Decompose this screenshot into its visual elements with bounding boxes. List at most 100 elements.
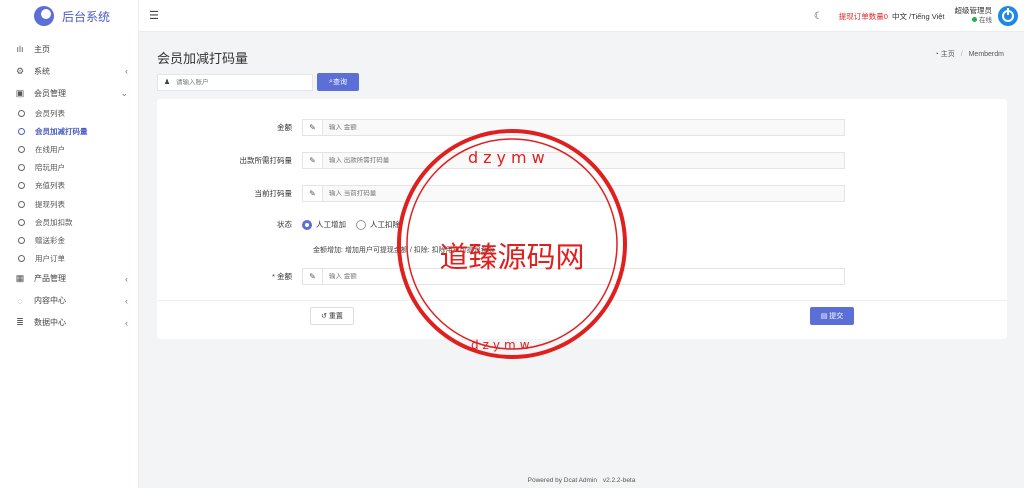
undo-icon: ↺: [321, 313, 327, 320]
sidebar-subitem-member-list[interactable]: 会员列表: [0, 104, 138, 122]
search-row: ♟ ⌕查询: [157, 73, 359, 91]
search-button-label: 查询: [332, 79, 347, 86]
breadcrumb-current: Memberdm: [968, 51, 1004, 58]
radio-checked-icon: [302, 219, 312, 230]
current-betting-input[interactable]: [323, 190, 844, 197]
pencil-icon: ✎: [303, 120, 323, 135]
amount-label: 金额: [277, 123, 292, 132]
sidebar-item-label: 内容中心: [34, 296, 66, 306]
footer-powered[interactable]: Powered by Dcat Admin: [528, 477, 597, 484]
circle-icon: [18, 127, 25, 135]
sidebar-item-products[interactable]: ▦ 产品管理 ‹: [0, 268, 138, 290]
current-betting-row: 当前打码量 ✎: [157, 185, 845, 202]
sidebar-item-data[interactable]: ≣ 数据中心 ‹: [0, 312, 138, 334]
database-icon: ≣: [16, 317, 24, 328]
amount-input[interactable]: [323, 124, 844, 131]
amount-row: 金额 ✎: [157, 119, 845, 136]
user-status: 在线: [955, 16, 992, 26]
breadcrumb-home[interactable]: 主页: [941, 51, 955, 58]
sidebar-item-label: 主页: [34, 44, 50, 54]
sidebar-subitem-member-betting[interactable]: 会员加减打码量: [0, 122, 138, 140]
chevron-left-icon: ‹: [125, 66, 128, 76]
sidebar-subitem-label: 充值列表: [35, 181, 65, 191]
brand[interactable]: 后台系统: [0, 0, 138, 32]
sidebar-item-label: 数据中心: [34, 318, 66, 328]
withdraw-betting-row: 出款所需打码量 ✎: [157, 152, 845, 169]
chat-icon: ◌: [17, 295, 23, 306]
sidebar-item-label: 产品管理: [34, 274, 66, 284]
sidebar-subitem-recharge-list[interactable]: 充值列表: [0, 177, 138, 195]
required-amount-input[interactable]: [323, 273, 844, 280]
app-logo-icon: [34, 6, 54, 26]
reset-button[interactable]: ↺ 重置: [310, 307, 354, 325]
breadcrumb-separator: /: [960, 51, 963, 58]
avatar[interactable]: [998, 6, 1018, 26]
withdraw-orders-count[interactable]: 提现订单数量0: [839, 11, 888, 22]
search-button[interactable]: ⌕ 查询: [317, 73, 359, 91]
required-amount-row: * 金额 ✎: [157, 268, 845, 285]
search-box: ♟: [157, 73, 313, 91]
current-betting-label: 当前打码量: [254, 189, 293, 198]
sidebar-subitem-label: 会员列表: [35, 108, 65, 118]
sidebar-item-member-management[interactable]: ▣ 会员管理 ⌄: [0, 82, 138, 104]
chevron-down-icon: ⌄: [120, 87, 128, 98]
user-status-label: 在线: [979, 17, 992, 24]
user-info[interactable]: 超级管理员 在线: [955, 6, 993, 26]
sidebar-item-content[interactable]: ◌ 内容中心 ‹: [0, 290, 138, 312]
language-switch[interactable]: 中文 /Tiếng Việt: [892, 11, 945, 22]
account-search-input[interactable]: [176, 78, 312, 86]
sidebar-item-system[interactable]: ⚙ 系统 ‹: [0, 60, 138, 82]
breadcrumb: ◔ 主页 / Memberdm: [935, 49, 1004, 59]
stamp-ring-bottom: dzymw: [471, 338, 534, 352]
current-betting-group: ✎: [302, 185, 845, 202]
online-dot-icon: [972, 17, 977, 22]
reset-button-label: 重置: [328, 313, 343, 320]
circle-icon: [18, 145, 25, 153]
footer: Powered by Dcat Admin v2.2.2-beta: [139, 477, 1024, 484]
amount-group: ✎: [302, 119, 845, 136]
circle-icon: [18, 109, 25, 117]
sidebar-subitem-label: 提现列表: [35, 199, 65, 209]
radio-label: 人工扣除: [370, 220, 400, 229]
sidebar-item-home[interactable]: ılı 主页: [0, 38, 138, 60]
footer-version: v2.2.2-beta: [602, 477, 636, 484]
circle-icon: [18, 236, 25, 244]
withdraw-betting-label: 出款所需打码量: [239, 156, 293, 165]
sidebar-subitem-label: 赠送彩金: [35, 235, 65, 245]
status-label: 状态: [277, 220, 292, 229]
radio-manual-deduct[interactable]: 人工扣除: [356, 219, 400, 230]
pencil-icon: ✎: [303, 153, 323, 168]
sidebar-subitem-online-users[interactable]: 在线用户: [0, 140, 138, 158]
help-text: 金额增加: 增加用户可提现金额 / 扣除: 扣除用户可提现金额: [313, 247, 495, 254]
page-title: 会员加减打码量: [157, 51, 249, 66]
sidebar-subitem-label: 陪玩用户: [35, 163, 65, 173]
save-icon: ▤: [820, 313, 828, 320]
sidebar-subitem-bonus[interactable]: 赠送彩金: [0, 231, 138, 249]
sidebar-nav: ılı 主页 ⚙ 系统 ‹ ▣ 会员管理 ⌄ 会员列表 会员加减打码量 在线用户…: [0, 38, 138, 334]
chevron-left-icon: ‹: [125, 273, 128, 284]
user-name: 超级管理员: [954, 6, 993, 15]
form-divider: [157, 300, 1007, 301]
sidebar-subitem-label: 会员加减打码量: [35, 126, 88, 136]
sidebar-subitem-user-orders[interactable]: 用户订单: [0, 250, 138, 268]
circle-icon: [18, 218, 25, 226]
dark-mode-icon[interactable]: ☾: [814, 11, 823, 22]
radio-unchecked-icon: [356, 219, 366, 230]
sidebar-subitem-companion-users[interactable]: 陪玩用户: [0, 159, 138, 177]
topbar-right: ☾ 提现订单数量0 中文 /Tiếng Việt 超级管理员 在线: [814, 0, 1018, 32]
chevron-left-icon: ‹: [125, 317, 128, 328]
app-title: 后台系统: [62, 9, 111, 24]
menu-toggle-icon[interactable]: ☰: [149, 9, 159, 22]
sidebar-subitem-label: 用户订单: [35, 254, 65, 264]
sidebar-subitem-member-funds[interactable]: 会员加扣款: [0, 213, 138, 231]
circle-icon: [18, 200, 25, 208]
power-icon: [1002, 8, 1014, 22]
withdraw-betting-input[interactable]: [323, 157, 844, 164]
sidebar-subitem-withdraw-list[interactable]: 提现列表: [0, 195, 138, 213]
pencil-icon: ✎: [303, 186, 323, 201]
submit-button[interactable]: ▤ 提交: [810, 307, 854, 325]
sidebar: 后台系统 ılı 主页 ⚙ 系统 ‹ ▣ 会员管理 ⌄ 会员列表 会员加减打码量…: [0, 0, 139, 488]
circle-icon: [18, 164, 25, 172]
circle-icon: [18, 255, 25, 263]
radio-manual-add[interactable]: 人工增加: [302, 219, 346, 230]
